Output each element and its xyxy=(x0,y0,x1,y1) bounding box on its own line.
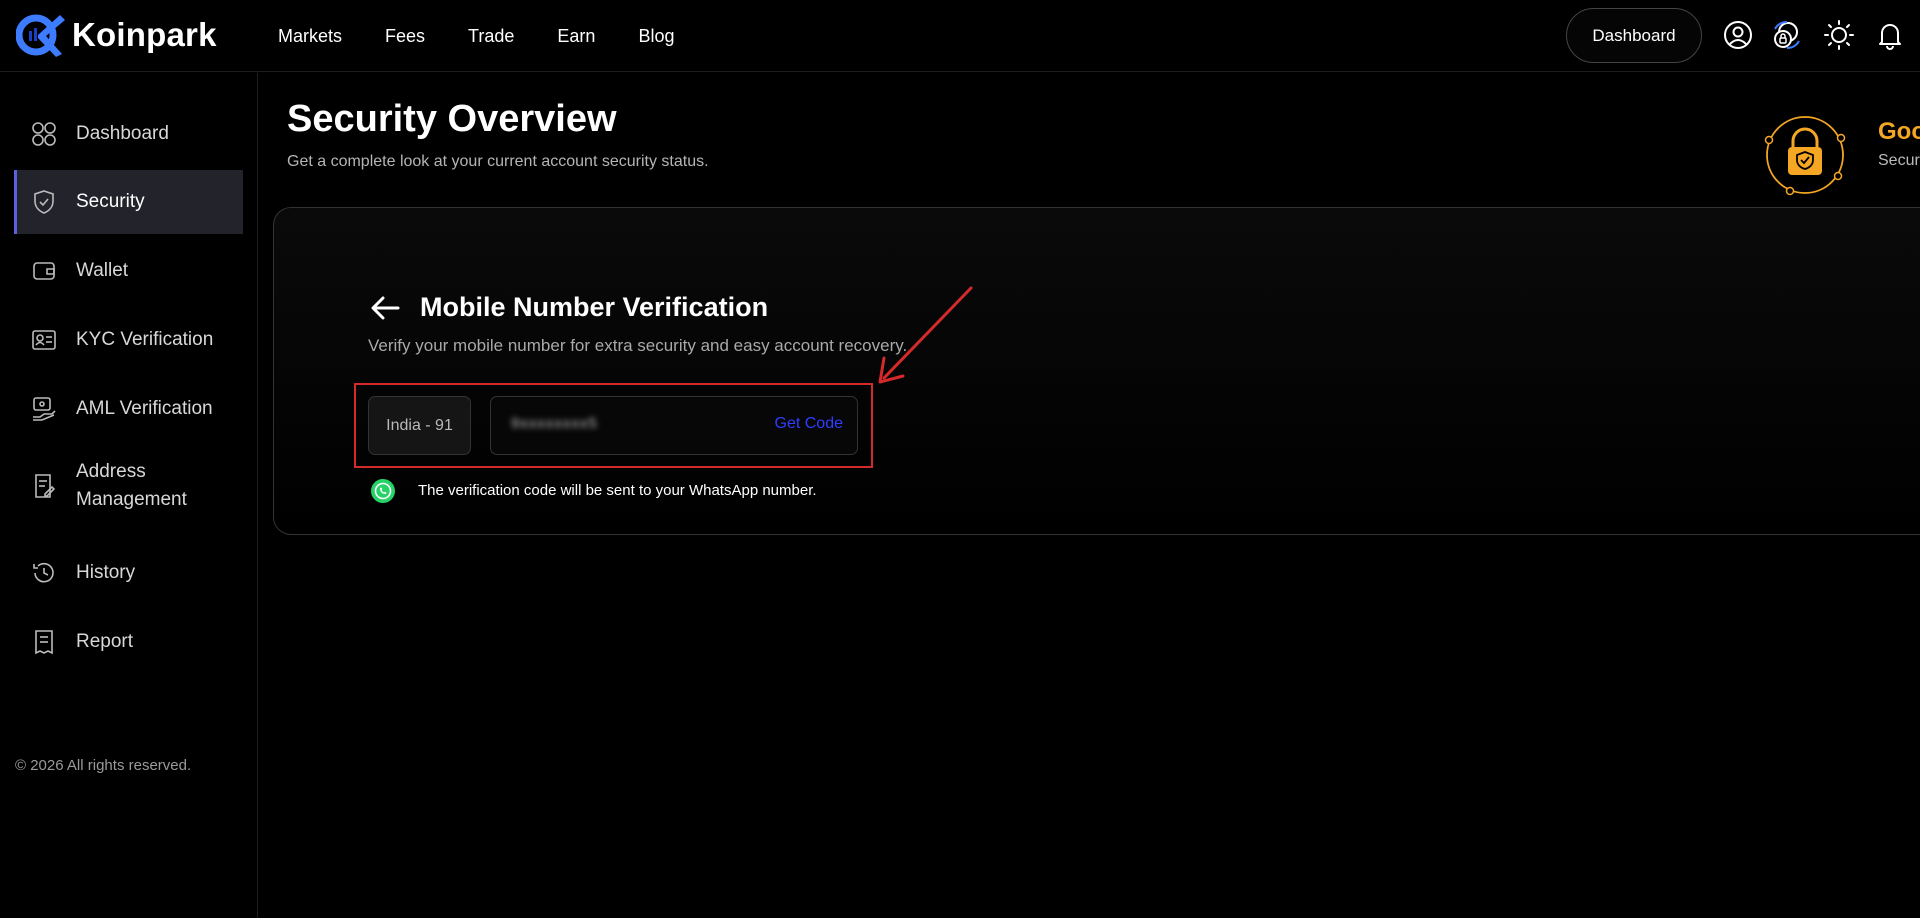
grid-icon xyxy=(30,120,58,148)
dashboard-button[interactable]: Dashboard xyxy=(1566,8,1702,63)
whatsapp-note: The verification code will be sent to yo… xyxy=(418,482,817,499)
phone-number-value: 9xxxxxxxx5 xyxy=(511,415,598,432)
get-code-button[interactable]: Get Code xyxy=(775,415,843,433)
sidebar-item-label: History xyxy=(76,562,136,583)
security-status-title: Goo xyxy=(1878,118,1920,145)
sidebar-item-label: KYC Verification xyxy=(76,329,214,350)
sidebar-item-label: Wallet xyxy=(76,260,129,281)
sidebar-item-label: AML Verification xyxy=(76,398,213,419)
sidebar-item-report[interactable]: Report xyxy=(14,610,243,674)
sidebar-item-label: Dashboard xyxy=(76,123,169,144)
address-book-icon xyxy=(30,472,58,500)
sidebar-item-security[interactable]: Security xyxy=(14,170,243,234)
country-code-select[interactable]: India - 91 xyxy=(368,396,471,455)
aml-icon xyxy=(30,395,58,423)
id-card-icon xyxy=(30,326,58,354)
page-subtitle: Get a complete look at your current acco… xyxy=(287,153,709,170)
report-icon xyxy=(30,628,58,656)
back-arrow-icon[interactable] xyxy=(369,293,401,323)
logo[interactable]: Koinpark xyxy=(16,12,217,58)
koinpark-logo-icon xyxy=(16,14,65,57)
sidebar: Dashboard Security Wallet KYC Verificati… xyxy=(0,73,258,918)
top-bar: Koinpark Markets Fees Trade Earn Blog Da… xyxy=(0,0,1920,72)
verification-title: Mobile Number Verification xyxy=(420,292,769,322)
nav-trade[interactable]: Trade xyxy=(468,26,514,47)
history-icon xyxy=(30,559,58,587)
sidebar-item-address-management[interactable]: Address Management xyxy=(14,446,243,526)
sidebar-item-kyc[interactable]: KYC Verification xyxy=(14,308,243,372)
sidebar-item-aml[interactable]: AML Verification xyxy=(14,377,243,441)
nav-blog[interactable]: Blog xyxy=(638,26,674,47)
sidebar-item-label: Address Management xyxy=(76,461,187,510)
nav-earn[interactable]: Earn xyxy=(557,26,595,47)
phone-number-input[interactable]: 9xxxxxxxx5 Get Code xyxy=(490,396,858,455)
nav-markets[interactable]: Markets xyxy=(278,26,342,47)
bell-icon[interactable] xyxy=(1874,19,1906,51)
copyright: © 2026 All rights reserved. xyxy=(15,757,192,774)
sidebar-item-history[interactable]: History xyxy=(14,541,243,605)
nav-fees[interactable]: Fees xyxy=(385,26,425,47)
sidebar-item-dashboard[interactable]: Dashboard xyxy=(14,102,243,166)
page-title: Security Overview xyxy=(287,98,617,140)
shield-icon xyxy=(30,188,58,216)
main-nav: Markets Fees Trade Earn Blog xyxy=(278,26,674,47)
sidebar-item-label: Security xyxy=(76,191,145,212)
security-lock-badge-icon xyxy=(1764,116,1846,196)
security-shield-icon[interactable] xyxy=(1771,19,1803,51)
sidebar-item-label: Report xyxy=(76,631,134,652)
theme-sun-icon[interactable] xyxy=(1823,19,1855,51)
wallet-icon xyxy=(30,257,58,285)
annotation-arrow-icon xyxy=(878,286,973,384)
security-status-subtitle: Secur xyxy=(1878,152,1920,169)
brand-name: Koinpark xyxy=(72,16,217,53)
whatsapp-icon xyxy=(371,479,395,503)
user-icon[interactable] xyxy=(1722,19,1754,51)
verification-subtitle: Verify your mobile number for extra secu… xyxy=(368,336,908,355)
sidebar-item-wallet[interactable]: Wallet xyxy=(14,239,243,303)
